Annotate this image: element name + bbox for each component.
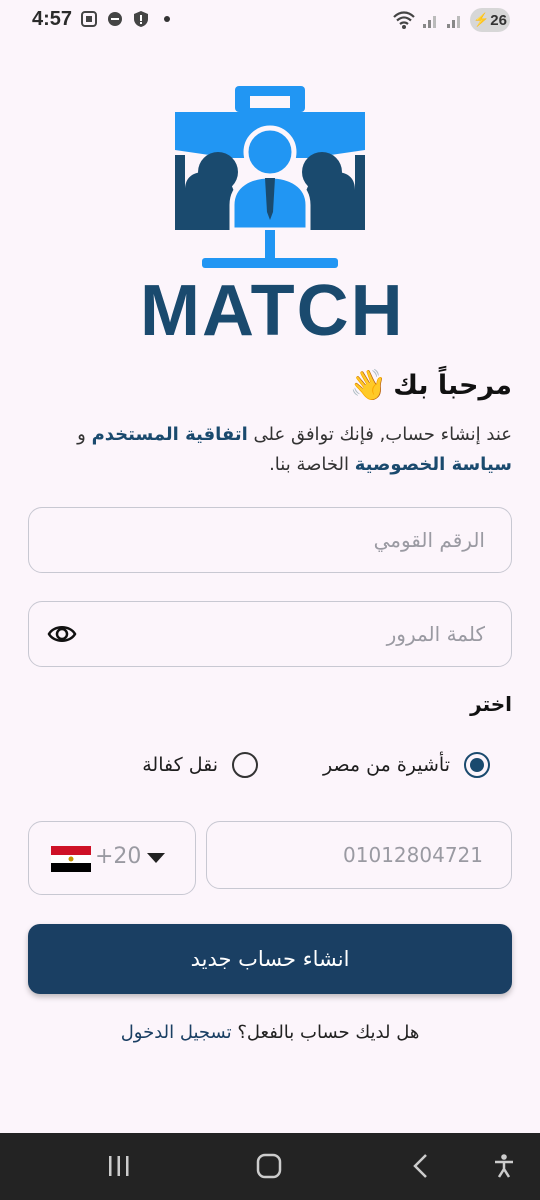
signal-icon-2 [447, 16, 460, 28]
status-left-icons [80, 10, 170, 28]
shield-icon [134, 11, 148, 27]
eye-icon[interactable] [47, 622, 77, 646]
phone-field[interactable] [206, 821, 512, 889]
national-id-field[interactable] [28, 507, 512, 573]
home-icon[interactable] [256, 1153, 282, 1179]
welcome-heading: مرحباً بك 👋 [350, 368, 512, 403]
user-agreement-link[interactable]: اتفاقية المستخدم [92, 424, 248, 445]
login-question: هل لديك حساب بالفعل؟ [237, 1022, 420, 1043]
radio-selected-icon[interactable] [464, 752, 490, 778]
system-navigation-bar [0, 1133, 540, 1200]
password-input[interactable] [29, 602, 511, 666]
national-id-input[interactable] [29, 508, 511, 572]
phone-input[interactable] [207, 822, 511, 888]
signal-icon [423, 16, 436, 28]
terms-text: عند إنشاء حساب, فإنك توافق على اتفاقية ا… [28, 420, 512, 480]
option-sponsorship-transfer[interactable]: نقل كفالة [142, 752, 258, 778]
privacy-policy-link[interactable]: سياسة الخصوصية [355, 454, 512, 475]
egypt-flag-icon [51, 846, 91, 872]
do-not-disturb-icon [108, 12, 122, 26]
terms-and: و [77, 424, 86, 445]
login-link[interactable]: تسجيل الدخول [121, 1022, 232, 1043]
login-prompt: هل لديك حساب بالفعل؟ تسجيل الدخول [0, 1022, 540, 1043]
radio-unselected-icon[interactable] [232, 752, 258, 778]
country-code-selector[interactable]: +20 [28, 821, 196, 895]
password-field[interactable] [28, 601, 512, 667]
choose-label: اختر [470, 692, 512, 716]
brand-name: MATCH [140, 271, 405, 351]
option-visa-label: تأشيرة من مصر [322, 754, 450, 776]
wifi-icon [393, 11, 415, 29]
scan-icon [81, 11, 97, 27]
status-right-icons: ⚡ 26 [392, 8, 510, 32]
battery-indicator: ⚡ 26 [470, 8, 510, 32]
terms-suffix: الخاصة بنا. [269, 454, 349, 475]
accessibility-icon[interactable] [492, 1153, 516, 1179]
dropdown-caret-icon[interactable] [147, 853, 165, 863]
option-transfer-label: نقل كفالة [142, 754, 218, 776]
waving-hand-icon: 👋 [349, 368, 388, 403]
battery-level: 26 [490, 11, 507, 29]
welcome-title: مرحباً بك [393, 370, 512, 401]
terms-prefix: عند إنشاء حساب, فإنك توافق على [253, 424, 512, 445]
option-visa-from-egypt[interactable]: تأشيرة من مصر [323, 752, 490, 778]
charging-icon: ⚡ [473, 12, 490, 27]
notification-dot-icon [164, 16, 170, 22]
create-account-button[interactable]: انشاء حساب جديد [28, 924, 512, 994]
back-icon[interactable] [410, 1153, 432, 1179]
recent-apps-icon[interactable] [106, 1153, 132, 1179]
status-bar: 4:57 ⚡ 26 [0, 0, 540, 40]
country-code: +20 [95, 844, 142, 869]
status-time: 4:57 [32, 8, 73, 30]
